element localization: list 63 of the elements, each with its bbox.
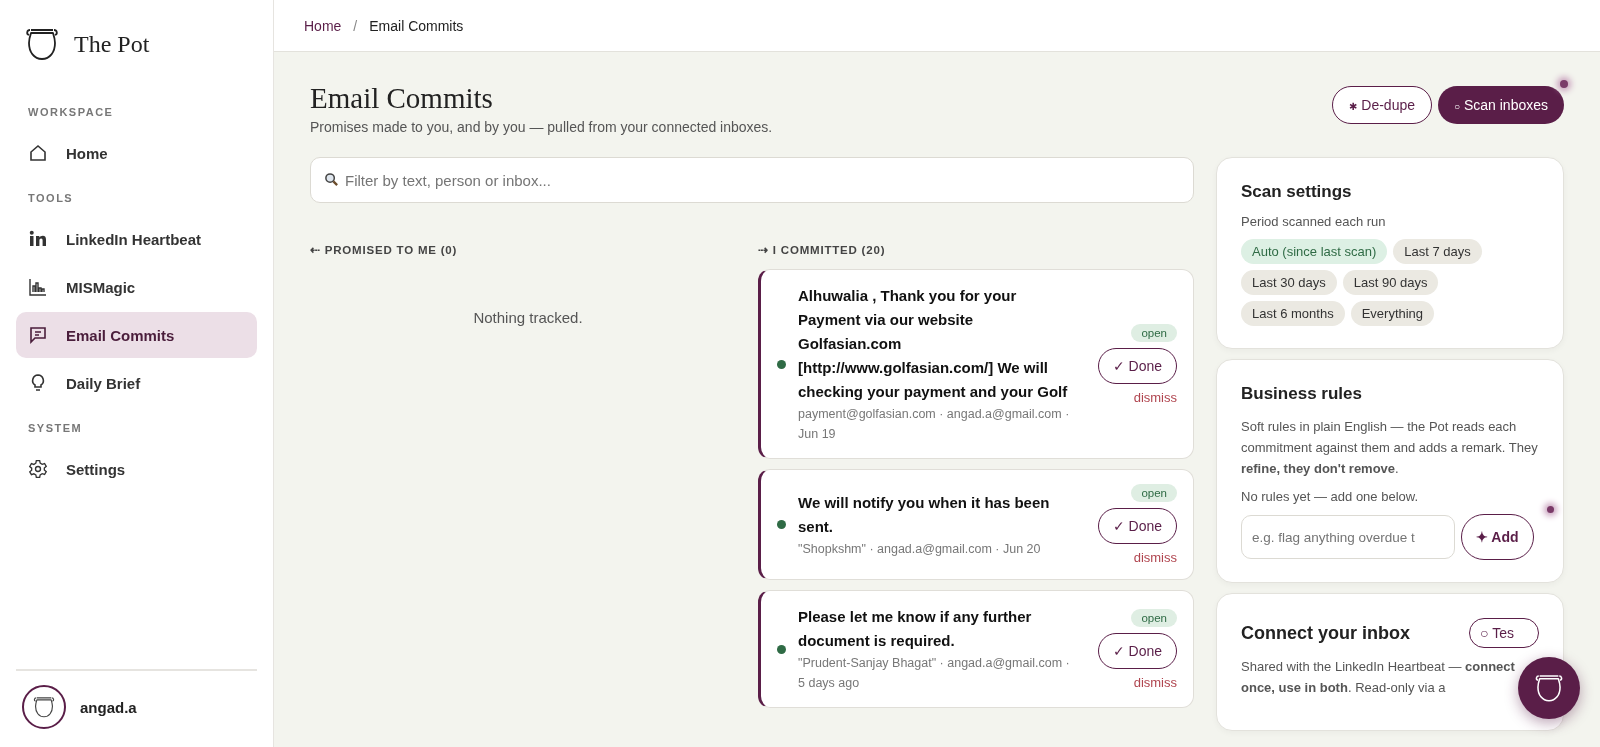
commitment-text: We will notify you when it has been sent. <box>798 492 1051 537</box>
card-title: Connect your inbox <box>1241 622 1410 644</box>
scan-inboxes-button[interactable]: ○ Scan inboxes <box>1438 86 1564 124</box>
status-badge: open <box>1131 323 1177 342</box>
card-title: Scan settings <box>1241 182 1353 202</box>
breadcrumb-separator: / <box>353 17 358 34</box>
section-heading: TOOLS <box>27 191 75 206</box>
filter-field[interactable]: Filter by text, person or inbox... <box>310 157 1194 203</box>
period-chip[interactable]: Auto (since last scan) <box>1241 239 1388 264</box>
empty-message: No rules yet — add one below. <box>1241 489 1420 504</box>
commitment-meta: "Shopkshm" · angad.a@gmail.com · Jun 20 <box>798 540 1042 558</box>
empty-message: Nothing tracked. <box>472 309 584 326</box>
status-badge: open <box>1131 608 1177 627</box>
column-heading: ⇠ PROMISED TO ME (0) <box>310 243 459 257</box>
commitment-text: Please let me know if any further document is required. <box>798 607 1033 651</box>
card-description: Shared with the LinkedIn Heartbeat — connect once, use in both. Read-only via a <box>1241 658 1516 697</box>
period-chip[interactable]: Everything <box>1350 301 1435 326</box>
home-icon <box>28 143 48 163</box>
notification-dot <box>1560 80 1568 88</box>
user-name: angad.a <box>80 698 137 716</box>
nav-item[interactable]: MISMagic <box>16 264 257 310</box>
card-title: Business rules <box>1241 384 1363 404</box>
period-chip[interactable]: Last 90 days <box>1342 270 1439 295</box>
done-button[interactable]: ✓ Done <box>1097 632 1177 669</box>
breadcrumb-current: Email Commits <box>369 17 464 34</box>
bar-chart-icon <box>28 277 48 297</box>
linkedin-icon <box>28 229 48 249</box>
nav-item[interactable]: Daily Brief <box>16 360 257 406</box>
pot-icon <box>31 694 57 720</box>
page-title: Email Commits <box>310 82 494 115</box>
nav-item[interactable]: LinkedIn Heartbeat <box>16 216 257 262</box>
breadcrumb-link[interactable]: Home <box>304 17 342 34</box>
commitment-meta: "Prudent-Sanjay Bhagat" · angad.a@gmail.com · 5 days ago <box>798 655 1070 692</box>
notification-dot <box>1547 506 1554 513</box>
app-name: The Pot <box>74 30 150 58</box>
done-button[interactable]: ✓ Done <box>1097 347 1177 384</box>
dismiss-link[interactable]: dismiss <box>1133 674 1177 690</box>
add-button[interactable]: ✦ Add <box>1461 514 1534 560</box>
card-description: Soft rules in plain English — the Pot reads each commitment against them and adds a remark. They refine, they don't remove. <box>1241 418 1539 478</box>
nav-item[interactable]: Settings <box>16 446 257 492</box>
period-chip[interactable]: Last 6 months <box>1241 301 1345 326</box>
period-chip[interactable]: Last 30 days <box>1241 270 1337 295</box>
section-heading: SYSTEM <box>27 421 84 436</box>
section-heading: WORKSPACE <box>27 105 115 120</box>
de-dupe-button[interactable]: ✱ De-dupe <box>1332 86 1432 124</box>
commitment-text: Alhuwalia , Thank you for your Payment via our website Golfasian.com [http://www.golfasian.com/] We will checking your payment and your Golf <box>798 286 1069 402</box>
done-button[interactable]: ✓ Done <box>1097 508 1177 544</box>
nav-item[interactable]: Email Commits <box>16 312 257 358</box>
period-chip[interactable]: Last 7 days <box>1393 239 1482 264</box>
dismiss-link[interactable]: dismiss <box>1133 389 1177 405</box>
status-badge: open <box>1131 484 1177 502</box>
page-subtitle: Promises made to you, and by you — pulled from your connected inboxes. <box>310 119 773 135</box>
nav-item[interactable]: Home <box>16 130 257 176</box>
dismiss-link[interactable]: dismiss <box>1133 550 1177 565</box>
card-label: Period scanned each run <box>1241 214 1387 229</box>
column-heading: ⇢ I COMMITTED (20) <box>758 243 887 257</box>
commitment-meta: payment@golfasian.com · angad.a@gmail.com · Jun 19 <box>798 406 1070 443</box>
user-avatar[interactable] <box>22 685 66 729</box>
test-button[interactable]: ○ Tes <box>1469 618 1539 648</box>
search-icon <box>324 172 339 187</box>
settings-icon <box>28 459 48 479</box>
rule-input[interactable]: e.g. flag anything overdue t <box>1241 515 1455 559</box>
message-icon <box>28 325 48 345</box>
